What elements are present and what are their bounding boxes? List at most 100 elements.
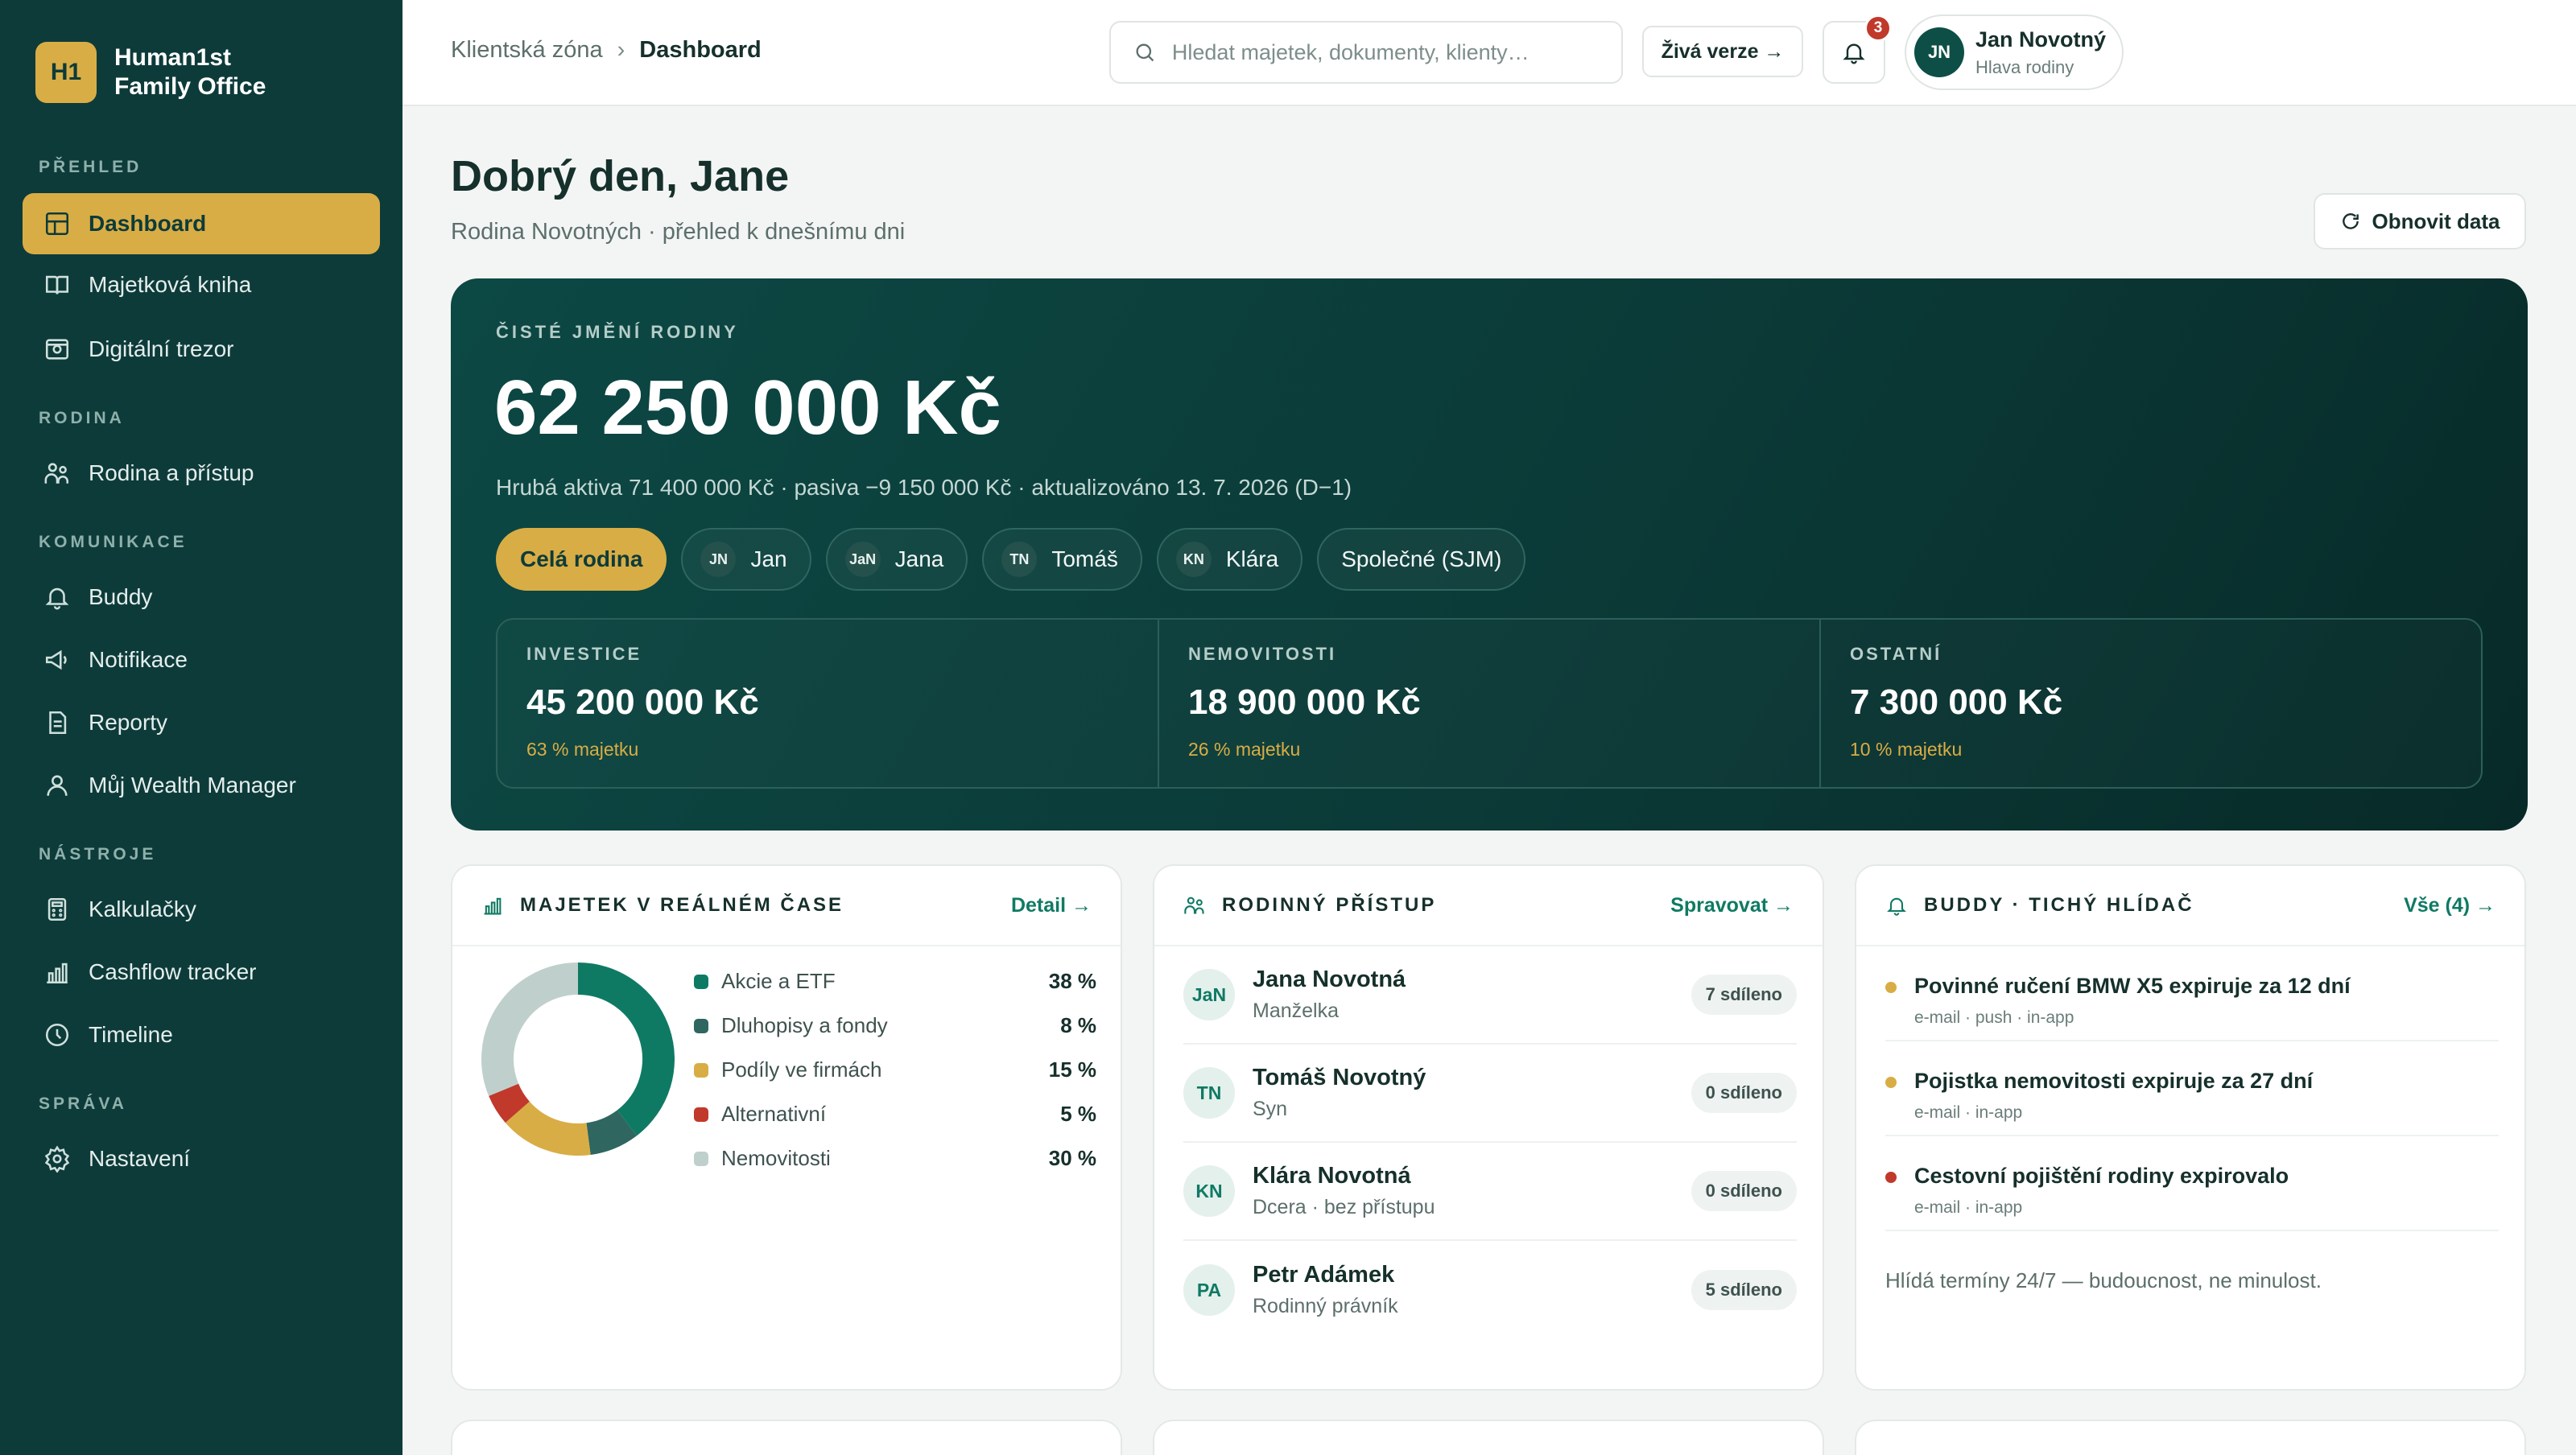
breadcrumb-separator: › bbox=[617, 37, 625, 63]
sidebar-item-reporty[interactable]: Reporty bbox=[23, 692, 380, 753]
view-all-link[interactable]: Vše (4) → bbox=[2404, 894, 2496, 917]
buddy-card: BUDDY · TICHÝ HLÍDAČ Vše (4) → Povinné r… bbox=[1855, 864, 2526, 1391]
legend-item: Akcie a ETF 38 % bbox=[694, 959, 1096, 1004]
search-box[interactable] bbox=[1109, 21, 1623, 84]
live-version-button[interactable]: Živá verze → bbox=[1642, 26, 1803, 77]
list-item[interactable]: Cestovní pojištění rodiny expirovalo e-m… bbox=[1885, 1136, 2499, 1231]
legend-label: Nemovitosti bbox=[721, 1146, 831, 1170]
legend-swatch bbox=[694, 1018, 708, 1033]
book-icon bbox=[45, 275, 69, 295]
chip-avatar: KN bbox=[1175, 542, 1212, 577]
avatar: JN bbox=[1914, 27, 1964, 77]
net-worth-details: Hrubá aktiva 71 400 000 Kč · pasiva −9 1… bbox=[496, 475, 1352, 500]
megaphone-icon bbox=[45, 649, 67, 670]
sidebar-item-nastaveni[interactable]: Nastavení bbox=[23, 1128, 380, 1189]
chip-label: Tomáš bbox=[1051, 546, 1118, 571]
card-peek bbox=[1855, 1420, 2526, 1455]
sidebar-item-dashboard[interactable]: Dashboard bbox=[23, 193, 380, 254]
chip-avatar: TN bbox=[1001, 542, 1038, 577]
sidebar-item-digitalni-trezor[interactable]: Digitální trezor bbox=[23, 319, 380, 380]
list-item[interactable]: JaN Jana Novotná Manželka 7 sdíleno bbox=[1183, 946, 1797, 1045]
filter-chip-klara[interactable]: KN Klára bbox=[1156, 528, 1303, 591]
sidebar-item-label: Digitální trezor bbox=[89, 336, 234, 361]
avatar: TN bbox=[1183, 1067, 1235, 1119]
stat-label: OSTATNÍ bbox=[1850, 644, 1942, 664]
sidebar-item-label: Reporty bbox=[89, 710, 168, 735]
sidebar-item-cashflow-tracker[interactable]: Cashflow tracker bbox=[23, 942, 380, 1003]
avatar: PA bbox=[1183, 1264, 1235, 1316]
filter-chip-spolecne[interactable]: Společné (SJM) bbox=[1317, 528, 1526, 591]
sidebar-item-notifikace[interactable]: Notifikace bbox=[23, 629, 380, 690]
legend-value: 30 % bbox=[1048, 1146, 1096, 1170]
page-title: Dobrý den, Jane bbox=[451, 152, 790, 200]
shared-count-badge: 7 sdíleno bbox=[1690, 975, 1797, 1015]
filter-chip-tomas[interactable]: TN Tomáš bbox=[982, 528, 1142, 591]
chip-label: Jan bbox=[750, 546, 787, 571]
stat-share: 10 % majetku bbox=[1850, 739, 1963, 760]
stat-nemovitosti: NEMOVITOSTI 18 900 000 Kč 26 % majetku bbox=[1159, 620, 1821, 787]
list-item[interactable]: Pojistka nemovitosti expiruje za 27 dní … bbox=[1885, 1041, 2499, 1136]
family-icon bbox=[44, 463, 69, 484]
legend-value: 38 % bbox=[1048, 969, 1096, 993]
manage-link[interactable]: Spravovat → bbox=[1670, 894, 1794, 917]
bell-icon bbox=[1887, 897, 1906, 916]
buddy-footer-text: Hlídá termíny 24/7 — budoucnost, ne minu… bbox=[1885, 1268, 2322, 1292]
legend-value: 15 % bbox=[1048, 1057, 1096, 1082]
legend-item: Nemovitosti 30 % bbox=[694, 1136, 1096, 1181]
sidebar-item-wealth-manager[interactable]: Můj Wealth Manager bbox=[23, 755, 380, 816]
legend-value: 5 % bbox=[1060, 1102, 1096, 1126]
search-input[interactable] bbox=[1171, 39, 1621, 65]
alert-channels: e-mail · push · in-app bbox=[1914, 1008, 2074, 1027]
donut-slice-akcie-a-etf bbox=[577, 962, 675, 1136]
list-item[interactable]: TN Tomáš Novotný Syn 0 sdíleno bbox=[1183, 1045, 1797, 1143]
stat-label: INVESTICE bbox=[526, 644, 642, 664]
card-header: MAJETEK V REÁLNÉM ČASE Detail → bbox=[452, 866, 1121, 946]
bell-icon bbox=[1843, 43, 1865, 64]
sidebar-item-label: Nastavení bbox=[89, 1146, 191, 1171]
nav-section-sprava: SPRÁVA bbox=[39, 1094, 127, 1113]
filter-chip-cela-rodina[interactable]: Celá rodina bbox=[496, 528, 667, 591]
sidebar-item-kalkulacky[interactable]: Kalkulačky bbox=[23, 879, 380, 940]
legend-item: Alternativní 5 % bbox=[694, 1092, 1096, 1136]
stat-value: 18 900 000 Kč bbox=[1188, 682, 1421, 722]
assets-card: MAJETEK V REÁLNÉM ČASE Detail → Akcie a … bbox=[451, 864, 1122, 1391]
donut-slice-nemovitosti bbox=[481, 962, 579, 1096]
report-icon bbox=[49, 711, 67, 735]
sidebar-item-label: Buddy bbox=[89, 584, 153, 609]
stat-ostatni: OSTATNÍ 7 300 000 Kč 10 % majetku bbox=[1821, 620, 2481, 787]
sidebar-item-majetkova-kniha[interactable]: Majetková kniha bbox=[23, 254, 380, 315]
legend-item: Podíly ve firmách 15 % bbox=[694, 1048, 1096, 1092]
card-peek bbox=[1153, 1420, 1824, 1455]
sidebar-item-buddy[interactable]: Buddy bbox=[23, 567, 380, 628]
calculator-icon bbox=[47, 897, 67, 921]
brand[interactable]: H1 Human1st Family Office bbox=[35, 42, 266, 103]
legend-swatch bbox=[694, 974, 708, 989]
filter-chip-jana[interactable]: JaN Jana bbox=[825, 528, 968, 591]
user-name: Jan Novotný bbox=[1975, 27, 2107, 52]
gear-icon bbox=[44, 1145, 70, 1173]
donut-slice-podíly-ve-firmách bbox=[505, 1101, 591, 1156]
sidebar-item-rodina-a-pristup[interactable]: Rodina a přístup bbox=[23, 443, 380, 504]
refresh-data-button[interactable]: Obnovit data bbox=[2314, 193, 2526, 249]
allocation-legend: Akcie a ETF 38 % Dluhopisy a fondy 8 % P… bbox=[694, 959, 1096, 1181]
member-role: Manželka bbox=[1253, 1000, 1339, 1022]
filter-chip-jan[interactable]: JN Jan bbox=[681, 528, 811, 591]
detail-link[interactable]: Detail → bbox=[1011, 894, 1092, 917]
chip-avatar: JaN bbox=[844, 542, 881, 577]
member-name: Petr Adámek bbox=[1253, 1262, 1395, 1288]
chip-label: Společné (SJM) bbox=[1341, 546, 1502, 571]
list-item[interactable]: Povinné ručení BMW X5 expiruje za 12 dní… bbox=[1885, 946, 2499, 1041]
list-item[interactable]: PA Petr Adámek Rodinný právník 5 sdíleno bbox=[1183, 1241, 1797, 1339]
user-menu[interactable]: JN Jan Novotný Hlava rodiny bbox=[1905, 14, 2124, 90]
sidebar-item-timeline[interactable]: Timeline bbox=[23, 1004, 380, 1065]
nav-section-prehled: PŘEHLED bbox=[39, 158, 142, 176]
chip-label: Celá rodina bbox=[520, 546, 643, 571]
asset-summary: INVESTICE 45 200 000 Kč 63 % majetku NEM… bbox=[496, 618, 2483, 789]
brand-name-line2: Family Office bbox=[114, 73, 266, 100]
brand-name-line1: Human1st bbox=[114, 44, 232, 71]
legend-label: Alternativní bbox=[721, 1102, 827, 1126]
breadcrumb-root[interactable]: Klientská zóna bbox=[451, 37, 603, 64]
chip-label: Jana bbox=[894, 546, 944, 571]
list-item[interactable]: KN Klára Novotná Dcera · bez přístupu 0 … bbox=[1183, 1143, 1797, 1241]
safe-icon bbox=[45, 339, 69, 360]
